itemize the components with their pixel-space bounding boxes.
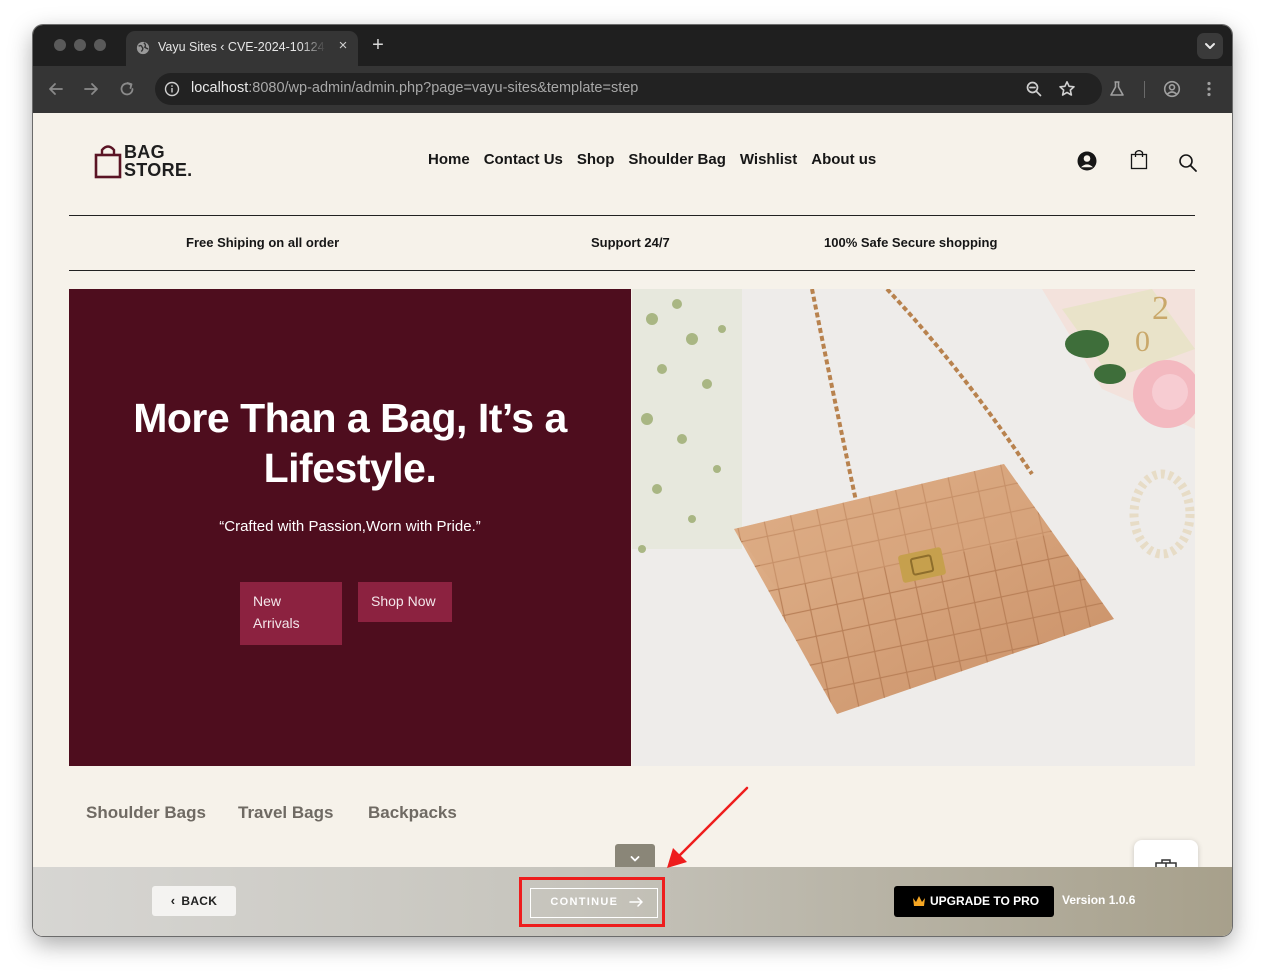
nav-item-wishlist[interactable]: Wishlist xyxy=(740,151,797,168)
header-divider-bottom xyxy=(69,270,1195,271)
bookmark-star-icon[interactable] xyxy=(1057,79,1077,99)
tab-search-button[interactable] xyxy=(1197,33,1223,59)
back-button-label: BACK xyxy=(181,894,218,908)
hero-title: More Than a Bag, It’s a Lifestyle. xyxy=(133,395,567,491)
logo-line-1: BAG xyxy=(124,142,165,162)
svg-text:0: 0 xyxy=(1135,325,1150,358)
hero-subtitle: “Crafted with Passion,Worn with Pride.” xyxy=(219,518,481,535)
tab-title: Vayu Sites ‹ CVE-2024-10124 xyxy=(158,40,325,54)
globe-icon xyxy=(136,41,150,55)
logo-text: BAG STORE. xyxy=(124,143,192,179)
nav-item-home[interactable]: Home xyxy=(428,151,470,168)
upgrade-to-pro-button[interactable]: UPGRADE TO PRO xyxy=(894,886,1054,917)
reload-icon[interactable] xyxy=(117,79,137,99)
browser-toolbar: localhost:8080/wp-admin/admin.php?page=v… xyxy=(33,66,1232,113)
tab-close-icon[interactable]: × xyxy=(334,37,352,55)
window-minimize-dot[interactable] xyxy=(74,39,86,51)
tab-strip: Vayu Sites ‹ CVE-2024-10124 × + xyxy=(33,25,1232,66)
search-icon[interactable] xyxy=(1177,152,1199,174)
new-arrivals-button[interactable]: New Arrivals xyxy=(240,582,342,645)
nav-item-shop[interactable]: Shop xyxy=(577,151,615,168)
more-menu-icon[interactable] xyxy=(1199,79,1219,99)
continue-button-label: CONTINUE xyxy=(550,896,619,908)
version-label: Version 1.0.6 xyxy=(1062,893,1136,907)
shopping-bag-icon[interactable] xyxy=(1128,148,1150,170)
continue-highlight-box: CONTINUE xyxy=(519,877,665,927)
chevron-left-icon: ‹ xyxy=(170,893,176,908)
svg-text:2: 2 xyxy=(1152,290,1169,327)
url-host: localhost xyxy=(191,80,249,96)
address-bar[interactable]: localhost:8080/wp-admin/admin.php?page=v… xyxy=(155,73,1102,105)
browser-window: Vayu Sites ‹ CVE-2024-10124 × + localhos… xyxy=(33,25,1232,936)
crown-icon xyxy=(913,896,925,906)
new-tab-button[interactable]: + xyxy=(367,34,389,56)
category-tab-backpacks[interactable]: Backpacks xyxy=(368,803,457,823)
shop-now-button[interactable]: Shop Now xyxy=(358,582,452,622)
site-info-icon[interactable] xyxy=(164,81,180,97)
main-navigation: Home Contact Us Shop Shoulder Bag Wishli… xyxy=(428,151,876,168)
window-close-dot[interactable] xyxy=(54,39,66,51)
shopping-bag-logo-icon xyxy=(94,145,122,179)
forward-arrow-icon[interactable] xyxy=(81,79,101,99)
hero-banner: More Than a Bag, It’s a Lifestyle. “Craf… xyxy=(69,289,631,766)
nav-item-about-us[interactable]: About us xyxy=(811,151,876,168)
profile-icon[interactable] xyxy=(1162,79,1182,99)
arrow-right-icon xyxy=(628,897,643,907)
active-tab[interactable]: Vayu Sites ‹ CVE-2024-10124 × xyxy=(126,31,358,66)
chevron-down-icon xyxy=(1205,43,1215,49)
handbag-photo: 2 0 xyxy=(632,289,1195,766)
toolbar-separator xyxy=(1144,81,1145,98)
logo-line-2: STORE. xyxy=(124,160,193,180)
site-logo[interactable]: BAG STORE. xyxy=(94,141,204,181)
url-path: :8080/wp-admin/admin.php?page=vayu-sites… xyxy=(248,80,639,96)
url-text[interactable]: localhost:8080/wp-admin/admin.php?page=v… xyxy=(191,80,638,96)
upgrade-button-label: UPGRADE TO PRO xyxy=(930,894,1040,908)
window-zoom-dot[interactable] xyxy=(94,39,106,51)
category-tab-shoulder-bags[interactable]: Shoulder Bags xyxy=(86,803,206,823)
feature-free-shipping: Free Shiping on all order xyxy=(186,235,340,250)
feature-secure-shopping: 100% Safe Secure shopping xyxy=(824,235,998,250)
continue-button[interactable]: CONTINUE xyxy=(530,888,658,918)
user-icon[interactable] xyxy=(1076,150,1098,172)
nav-item-contact-us[interactable]: Contact Us xyxy=(484,151,563,168)
category-tab-travel-bags[interactable]: Travel Bags xyxy=(238,803,333,823)
labs-flask-icon[interactable] xyxy=(1107,79,1127,99)
nav-item-shoulder-bag[interactable]: Shoulder Bag xyxy=(628,151,726,168)
zoom-icon[interactable] xyxy=(1024,79,1044,99)
feature-support: Support 24/7 xyxy=(591,235,670,250)
back-arrow-icon[interactable] xyxy=(46,79,66,99)
back-button[interactable]: ‹ BACK xyxy=(152,886,236,916)
hero-product-image: 2 0 xyxy=(632,289,1195,766)
page-viewport: BAG STORE. Home Contact Us Shop Shoulder… xyxy=(33,113,1232,936)
header-divider-top xyxy=(69,215,1195,216)
wizard-footer-bar: ‹ BACK CONTINUE UPGRADE TO PRO Version 1.… xyxy=(33,867,1232,936)
